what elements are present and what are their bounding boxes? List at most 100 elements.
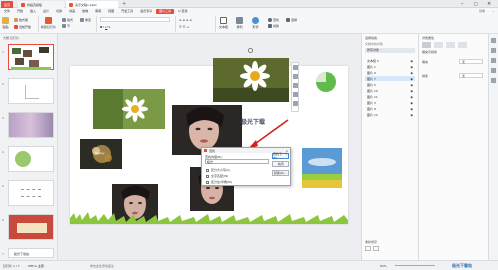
happy-card-photo[interactable]: Happy (80, 139, 122, 169)
whole-word-checkbox[interactable]: 全字匹配(W) (206, 174, 228, 178)
slide-thumbnail-7[interactable]: 极光下载站 (8, 248, 54, 258)
home-tab[interactable]: 首页 (1, 1, 14, 8)
selection-item[interactable]: 图片 9 ◉ (365, 70, 415, 75)
menu-picture-tools[interactable]: 图片工具 (156, 9, 175, 14)
crop-icon[interactable] (293, 74, 298, 79)
selection-icon[interactable] (491, 48, 496, 53)
effects-tab-icon[interactable] (434, 42, 443, 48)
share-button[interactable]: 分享 (476, 9, 488, 14)
minimize-icon[interactable]: – (461, 1, 464, 7)
menu-transition[interactable]: 切换 (53, 9, 65, 14)
font-name-select[interactable] (100, 17, 170, 22)
menu-file[interactable]: 文件 (1, 9, 13, 14)
size-tab-icon[interactable] (446, 42, 455, 48)
properties-icon[interactable] (491, 38, 496, 43)
close-button[interactable]: 关闭 (272, 161, 289, 167)
replace-button[interactable]: 替换 (268, 23, 279, 28)
eye-icon[interactable]: ◉ (410, 101, 413, 105)
menu-member[interactable]: 会员专享 (137, 9, 155, 14)
menu-insert[interactable]: 插入 (27, 9, 39, 14)
new-slide-button[interactable]: 新建幻灯片 (41, 17, 56, 32)
selection-item[interactable]: 图片 11 ◉ (365, 94, 415, 99)
zoom-slider[interactable] (395, 265, 435, 266)
close-icon[interactable]: × (487, 1, 491, 7)
selection-item[interactable]: 图片 10 ◉ (365, 88, 415, 93)
picture-tab-icon[interactable] (458, 42, 467, 48)
eye-icon[interactable]: ◉ (410, 71, 413, 75)
eye-icon[interactable]: ◉ (410, 107, 413, 111)
landscape-photo[interactable] (302, 148, 342, 188)
zoom-level[interactable]: 63% (380, 264, 387, 268)
menu-view[interactable]: 视图 (105, 9, 117, 14)
selection-item[interactable]: 图片 3 ◉ (365, 100, 415, 105)
slide-area[interactable]: 极光下载 Happy (70, 48, 348, 224)
eye-icon[interactable]: ◉ (410, 65, 413, 69)
align-left-icon[interactable]: ≡ ≡ ≡ ≡ (179, 17, 192, 22)
find-next-button[interactable]: 查找下一个(F) (272, 152, 289, 160)
fill-line-tab-icon[interactable] (422, 42, 431, 48)
menu-review[interactable]: 审阅 (92, 9, 104, 14)
paste-button[interactable]: 粘贴 (2, 17, 9, 32)
slide-thumbnail-5[interactable] (8, 180, 54, 206)
menu-animation[interactable]: 动画 (66, 9, 78, 14)
match-case-checkbox[interactable]: 区分大小写(C) (206, 168, 230, 172)
menu-design[interactable]: 设计 (40, 9, 52, 14)
section-button[interactable]: 节 (62, 23, 70, 28)
maximize-icon[interactable]: □ (474, 1, 478, 7)
slide-thumbnail-4[interactable] (8, 146, 54, 172)
move-up-icon[interactable] (365, 246, 371, 251)
rotate-handle-icon[interactable] (248, 48, 253, 53)
eye-icon[interactable]: ◉ (410, 95, 413, 99)
new-tab-icon[interactable]: + (122, 1, 126, 7)
eye-icon[interactable]: ◉ (410, 89, 413, 93)
layer-icon[interactable] (293, 65, 298, 70)
shapes-button[interactable]: 形状 (252, 17, 259, 32)
width-match-checkbox[interactable]: 区分全/半角(M) (206, 180, 232, 184)
zoom-icon[interactable] (293, 83, 298, 88)
selection-item[interactable]: 图片 12 ◉ (365, 112, 415, 117)
template-tab[interactable]: 找稻壳模板 (18, 1, 64, 8)
menu-slideshow[interactable]: 放映 (79, 9, 91, 14)
slide-thumbnail-6[interactable] (8, 214, 54, 240)
current-start-button[interactable]: 当前开始 (14, 24, 31, 29)
effects-icon[interactable] (293, 92, 298, 97)
replace-dialog-button[interactable]: 替换(R)... (272, 170, 289, 176)
format-painter-button[interactable]: 格式刷 (14, 17, 28, 22)
menu-search[interactable]: Q 查找 (175, 9, 190, 14)
reset-button[interactable]: 重置 (80, 17, 91, 22)
more-button[interactable]: … (489, 9, 498, 14)
more-icon[interactable] (293, 101, 298, 106)
green-circle-shape[interactable] (316, 72, 336, 92)
notes-hint[interactable]: 单击此处添加备注 (90, 264, 114, 268)
daisy-photo-2[interactable] (213, 58, 289, 102)
selection-item-active[interactable]: 图片 7 ◉ (365, 76, 415, 81)
all-objects-header[interactable]: 所有对象 (365, 48, 415, 53)
document-tab[interactable]: 演示文稿1.pptx (66, 1, 118, 8)
slide-thumbnail-1[interactable] (8, 44, 54, 70)
menu-home[interactable]: 开始 (14, 9, 26, 14)
move-down-icon[interactable] (373, 246, 379, 251)
selection-item[interactable]: 图片 8 ◉ (365, 106, 415, 111)
eye-icon[interactable]: ◉ (410, 113, 413, 117)
arrange-button[interactable]: 排列 (236, 17, 243, 32)
layout-button[interactable]: 版式 (62, 17, 73, 22)
eye-icon[interactable]: ◉ (410, 59, 413, 63)
slide-thumbnail-2[interactable] (8, 78, 54, 104)
bullet-list-icon[interactable]: ☰ ☰ ⇥ (179, 24, 189, 29)
eye-icon[interactable]: ◉ (410, 83, 413, 87)
line-select[interactable]: 无 (459, 73, 483, 78)
selection-item[interactable]: 图片 5 ◉ (365, 82, 415, 87)
daisy-photo-1[interactable] (93, 89, 165, 129)
menu-developer[interactable]: 开发工具 (118, 9, 136, 14)
bold-icon[interactable]: B I U S (100, 24, 110, 29)
select-button[interactable]: 选择 (286, 17, 297, 22)
settings-icon[interactable] (491, 78, 496, 83)
slide-thumbnail-3[interactable] (8, 112, 54, 138)
selection-item[interactable]: 图片 1 ◉ (365, 64, 415, 69)
animation-icon[interactable] (491, 58, 496, 63)
design-icon[interactable] (491, 68, 496, 73)
textbox-button[interactable]: 文本框 (219, 17, 228, 32)
eye-icon[interactable]: ◉ (410, 77, 413, 81)
fill-select[interactable]: 无 (459, 59, 483, 64)
selection-item[interactable]: 文本框 5 ◉ (365, 58, 415, 63)
